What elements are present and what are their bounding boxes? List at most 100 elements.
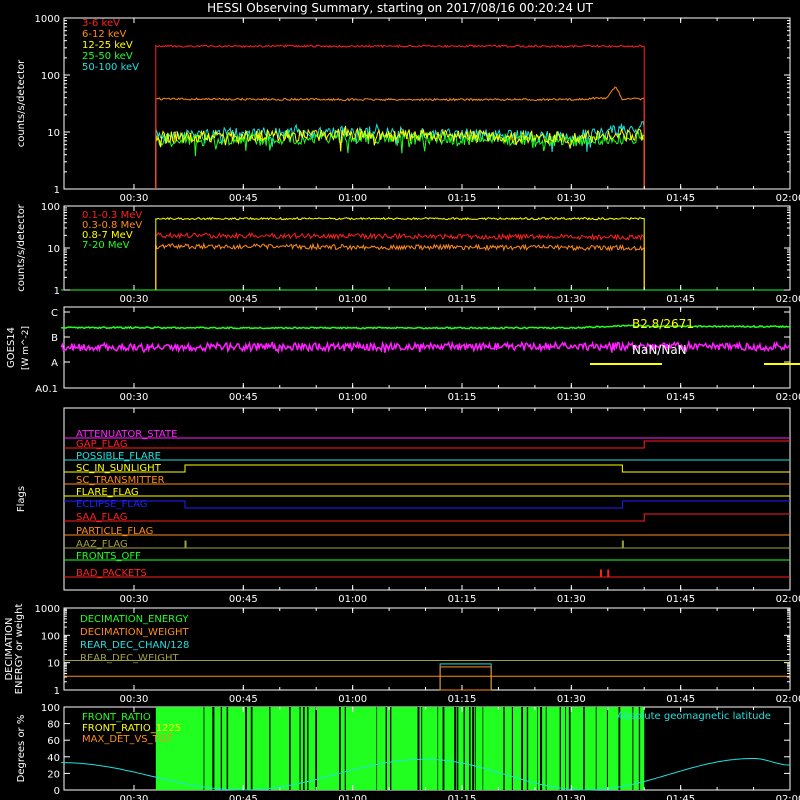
front-ratio-gap <box>269 707 271 790</box>
hessi-summary-chart: HESSI Observing Summary, starting on 201… <box>0 0 800 800</box>
front-ratio-gap <box>226 707 229 790</box>
x-tick-label: 01:30 <box>557 694 586 705</box>
x-tick-label: 01:45 <box>666 794 695 800</box>
y-tick-label: A <box>51 358 58 369</box>
legend-entry: 25-50 keV <box>82 51 133 62</box>
y-tick-label: A0.1 <box>35 384 58 395</box>
x-tick-label: 01:30 <box>557 594 586 605</box>
y-tick-label: 100 <box>41 631 60 642</box>
front-ratio-gap <box>559 707 561 790</box>
x-tick-label: 01:45 <box>666 392 695 403</box>
front-ratio-gap <box>220 707 223 790</box>
legend-entry: FRONT_RATIO <box>82 712 151 723</box>
legend-entry: 7-20 MeV <box>82 240 130 251</box>
y-tick-label: 80 <box>47 720 60 731</box>
front-ratio-gap <box>307 707 309 790</box>
x-tick-label: 01:30 <box>557 193 586 204</box>
y-tick-label: 0 <box>54 786 60 797</box>
legend-entry: REAR_DEC_WEIGHT <box>80 653 179 664</box>
y-tick-label: 1 <box>54 686 60 697</box>
front-ratio-gap <box>521 707 524 790</box>
x-tick-label: 02:00 <box>776 694 800 705</box>
legend-entry: 12-25 keV <box>82 40 133 51</box>
x-tick-label: 00:45 <box>229 193 258 204</box>
front-ratio-gap <box>442 707 445 790</box>
front-ratio-gap <box>606 707 608 790</box>
front-ratio-gap <box>511 707 513 790</box>
x-tick-label: 00:45 <box>229 694 258 705</box>
flag-label: GAP_FLAG <box>76 439 128 450</box>
y-tick-label: 40 <box>47 753 60 764</box>
x-tick-label: 00:30 <box>120 594 149 605</box>
front-ratio-gap <box>463 707 465 790</box>
chart-title: HESSI Observing Summary, starting on 201… <box>207 1 593 15</box>
legend-entry: REAR_DEC_CHAN/128 <box>80 640 189 651</box>
x-tick-label: 01:45 <box>666 694 695 705</box>
y-tick-label: 100 <box>41 202 60 213</box>
x-tick-label: 01:45 <box>666 594 695 605</box>
front-ratio-gap <box>315 707 318 790</box>
front-ratio-gap <box>339 707 341 790</box>
front-ratio-gap <box>203 707 205 790</box>
x-tick-label: 02:00 <box>776 392 800 403</box>
x-tick-label: 00:45 <box>229 794 258 800</box>
front-ratio-gap <box>212 707 215 790</box>
y-tick-label: 100 <box>41 71 60 82</box>
x-tick-label: 01:15 <box>448 193 477 204</box>
x-tick-label: 00:45 <box>229 294 258 305</box>
y-tick-label: 20 <box>47 769 60 780</box>
goes-yunit: [W m^-2] <box>21 326 31 370</box>
x-tick-label: 01:15 <box>448 392 477 403</box>
x-tick-label: 01:30 <box>557 794 586 800</box>
x-tick-label: 00:45 <box>229 392 258 403</box>
goes-annotation-b28: B2.8/2671 <box>632 317 694 331</box>
y-tick-label: 1000 <box>35 14 60 25</box>
x-tick-label: 01:00 <box>338 294 367 305</box>
legend-entry: 6-12 keV <box>82 29 126 40</box>
legend-entry: DECIMATION_WEIGHT <box>80 627 189 638</box>
front-ratio-gap <box>565 707 567 790</box>
front-ratio-gap <box>537 707 538 790</box>
flag-label: PARTICLE_FLAG <box>76 526 153 537</box>
front-ratio-gap <box>390 707 392 790</box>
flags-ylabel: Flags <box>16 486 27 512</box>
y-tick-label: 1000 <box>35 604 60 615</box>
x-tick-label: 01:15 <box>448 594 477 605</box>
x-tick-label: 01:00 <box>338 392 367 403</box>
x-tick-label: 02:00 <box>776 294 800 305</box>
y-tick-label: 60 <box>47 736 60 747</box>
x-tick-label: 01:30 <box>557 294 586 305</box>
flag-label: SC_TRANSMITTER <box>76 475 165 486</box>
x-tick-label: 00:45 <box>229 594 258 605</box>
x-tick-label: 02:00 <box>776 594 800 605</box>
x-tick-label: 02:00 <box>776 794 800 800</box>
front-ratio-gap <box>568 707 571 790</box>
x-tick-label: 00:30 <box>120 694 149 705</box>
front-ratio-gap <box>417 707 420 790</box>
legend-entry: 3-6 keV <box>82 18 120 29</box>
front-ratio-fill <box>155 707 645 790</box>
x-tick-label: 02:00 <box>776 193 800 204</box>
x-tick-label: 01:00 <box>338 594 367 605</box>
front-ratio-gap <box>299 707 301 790</box>
x-tick-label: 00:30 <box>120 392 149 403</box>
front-ratio-gap <box>454 707 456 790</box>
x-tick-label: 00:30 <box>120 193 149 204</box>
flag-label: SC_IN_SUNLIGHT <box>76 463 162 474</box>
front-ratio-gap <box>595 707 597 790</box>
front-ratio-gap <box>289 707 291 790</box>
y-tick-label: 1 <box>54 185 60 196</box>
front-ratio-gap <box>482 707 484 790</box>
front-ratio-gap <box>468 707 471 790</box>
x-tick-label: 00:30 <box>120 294 149 305</box>
goes-annotation-nan: NaN/NaN <box>632 343 687 357</box>
front-ratio-gap <box>583 707 585 790</box>
front-ratio-gap <box>250 707 253 790</box>
y-tick-label: 100 <box>41 703 60 714</box>
legend-entry: DECIMATION_ENERGY <box>80 614 189 625</box>
front-ratio-gap <box>540 707 543 790</box>
legend-entry: FRONT_RATIO_1225 <box>82 723 181 734</box>
y-tick-label: 10 <box>47 244 60 255</box>
front-ratio-gap <box>385 707 387 790</box>
front-ratio-gap <box>437 707 439 790</box>
